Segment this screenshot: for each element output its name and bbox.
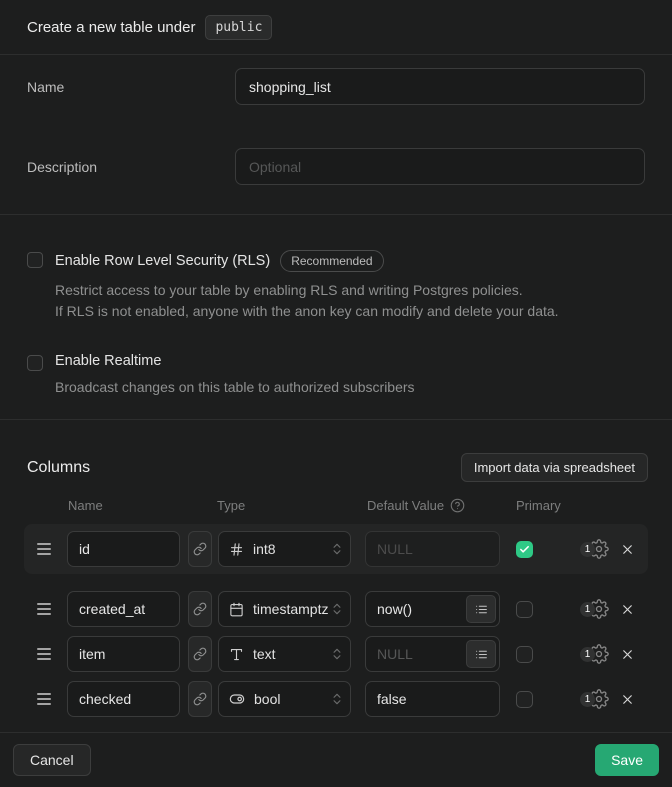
column-name-input[interactable] bbox=[67, 591, 180, 627]
modal-title: Create a new table under bbox=[27, 19, 195, 36]
settings-count-badge: 1 bbox=[580, 602, 595, 617]
column-type-select[interactable]: text bbox=[218, 636, 351, 672]
table-name-input[interactable] bbox=[235, 68, 645, 105]
columns-title: Columns bbox=[27, 459, 90, 477]
header-type: Type bbox=[217, 498, 367, 513]
recommended-badge: Recommended bbox=[280, 250, 383, 272]
settings-count-badge: 1 bbox=[580, 542, 595, 557]
create-table-modal: Create a new table under public Name Des… bbox=[0, 0, 672, 787]
primary-checkbox[interactable] bbox=[516, 601, 533, 618]
rls-description-line1: Restrict access to your table by enablin… bbox=[55, 280, 559, 301]
modal-footer: Cancel Save bbox=[0, 733, 672, 787]
drag-handle-icon[interactable] bbox=[37, 603, 51, 615]
column-type-select[interactable]: int8 bbox=[218, 531, 351, 567]
realtime-checkbox[interactable] bbox=[27, 355, 43, 371]
description-label: Description bbox=[24, 159, 235, 175]
foreign-key-link-icon[interactable] bbox=[188, 636, 212, 672]
realtime-option-body: Enable Realtime Broadcast changes on thi… bbox=[55, 353, 415, 398]
chevron-updown-icon bbox=[330, 602, 344, 616]
name-field-row: Name bbox=[24, 68, 648, 105]
column-type-value: int8 bbox=[253, 541, 276, 557]
default-value-wrap bbox=[365, 681, 500, 717]
close-icon[interactable] bbox=[620, 692, 635, 707]
cancel-button[interactable]: Cancel bbox=[13, 744, 91, 776]
column-row-id: int8 1 bbox=[24, 524, 648, 574]
default-value-wrap bbox=[365, 531, 500, 567]
default-value-input[interactable] bbox=[365, 681, 500, 717]
toggle-icon bbox=[229, 691, 245, 707]
column-row-created-at: timestamptz 1 bbox=[24, 591, 648, 627]
chevron-updown-icon bbox=[330, 542, 344, 556]
text-icon bbox=[229, 647, 244, 662]
rls-description: Restrict access to your table by enablin… bbox=[55, 280, 559, 322]
column-name-input[interactable] bbox=[67, 531, 180, 567]
rls-description-line2: If RLS is not enabled, anyone with the a… bbox=[55, 301, 559, 322]
column-settings: 1 bbox=[580, 644, 609, 664]
schema-badge: public bbox=[205, 15, 272, 40]
drag-handle-icon[interactable] bbox=[37, 648, 51, 660]
columns-section: Columns Import data via spreadsheet Name… bbox=[0, 420, 672, 733]
column-type-select[interactable]: bool bbox=[218, 681, 351, 717]
column-type-value: text bbox=[253, 646, 276, 662]
default-value-input bbox=[365, 531, 500, 567]
realtime-option: Enable Realtime Broadcast changes on thi… bbox=[27, 353, 645, 398]
list-icon[interactable] bbox=[466, 595, 496, 623]
realtime-description: Broadcast changes on this table to autho… bbox=[55, 377, 415, 398]
name-label: Name bbox=[24, 79, 235, 95]
help-icon[interactable] bbox=[450, 498, 465, 513]
description-field-row: Description bbox=[24, 148, 648, 185]
table-description-input[interactable] bbox=[235, 148, 645, 185]
header-name: Name bbox=[68, 498, 217, 513]
hash-icon bbox=[229, 542, 244, 557]
options-section: Enable Row Level Security (RLS) Recommen… bbox=[0, 215, 672, 420]
columns-header-row: Name Type Default Value Primary bbox=[24, 498, 648, 513]
column-row-item: text 1 bbox=[24, 636, 648, 672]
realtime-label: Enable Realtime bbox=[55, 353, 161, 369]
column-name-input[interactable] bbox=[67, 681, 180, 717]
close-icon[interactable] bbox=[620, 602, 635, 617]
rls-label: Enable Row Level Security (RLS) bbox=[55, 253, 270, 269]
column-name-input[interactable] bbox=[67, 636, 180, 672]
column-type-value: bool bbox=[254, 691, 280, 707]
default-value-wrap bbox=[365, 591, 500, 627]
default-value-wrap bbox=[365, 636, 500, 672]
import-spreadsheet-button[interactable]: Import data via spreadsheet bbox=[461, 453, 648, 482]
drag-handle-icon[interactable] bbox=[37, 543, 51, 555]
rls-checkbox[interactable] bbox=[27, 252, 43, 268]
close-icon[interactable] bbox=[620, 647, 635, 662]
foreign-key-link-icon[interactable] bbox=[188, 591, 212, 627]
column-settings: 1 bbox=[580, 539, 609, 559]
column-settings: 1 bbox=[580, 689, 609, 709]
column-settings: 1 bbox=[580, 599, 609, 619]
drag-handle-icon[interactable] bbox=[37, 693, 51, 705]
column-type-value: timestamptz bbox=[253, 601, 328, 617]
rls-option-body: Enable Row Level Security (RLS) Recommen… bbox=[55, 250, 559, 322]
primary-checkbox[interactable] bbox=[516, 541, 533, 558]
header-primary: Primary bbox=[516, 498, 561, 513]
chevron-updown-icon bbox=[330, 647, 344, 661]
list-icon[interactable] bbox=[466, 640, 496, 668]
fields-section: Name Description bbox=[0, 55, 672, 215]
save-button[interactable]: Save bbox=[595, 744, 659, 776]
settings-count-badge: 1 bbox=[580, 692, 595, 707]
chevron-updown-icon bbox=[330, 692, 344, 706]
header-default-value: Default Value bbox=[367, 498, 444, 513]
calendar-icon bbox=[229, 602, 244, 617]
rls-option: Enable Row Level Security (RLS) Recommen… bbox=[27, 250, 645, 322]
foreign-key-link-icon[interactable] bbox=[188, 681, 212, 717]
close-icon[interactable] bbox=[620, 542, 635, 557]
foreign-key-link-icon[interactable] bbox=[188, 531, 212, 567]
primary-checkbox[interactable] bbox=[516, 646, 533, 663]
column-type-select[interactable]: timestamptz bbox=[218, 591, 351, 627]
primary-checkbox[interactable] bbox=[516, 691, 533, 708]
settings-count-badge: 1 bbox=[580, 647, 595, 662]
column-row-checked: bool 1 bbox=[24, 681, 648, 717]
modal-header: Create a new table under public bbox=[0, 0, 672, 55]
check-icon bbox=[519, 544, 530, 555]
